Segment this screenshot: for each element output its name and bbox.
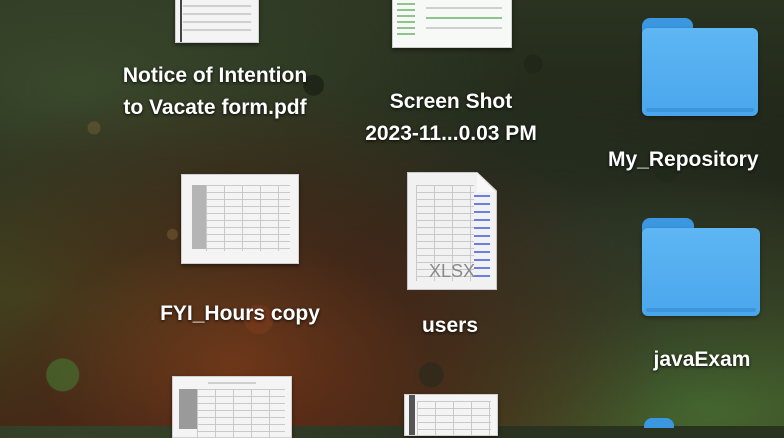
folder-icon	[644, 418, 694, 438]
desktop-item-screenshot[interactable]: Screen Shot 2023-11...0.03 PM	[340, 0, 562, 150]
xlsx-badge: XLSX	[428, 261, 476, 281]
folder-icon	[642, 218, 760, 316]
pdf-thumbnail-icon	[175, 0, 259, 43]
desktop-item-document-partial[interactable]	[404, 394, 500, 436]
spreadsheet-thumbnail-icon	[172, 376, 292, 438]
xlsx-document-icon: XLSX	[407, 172, 497, 290]
desktop-item-label-line1: Screen Shot	[389, 90, 513, 113]
desktop-item-label: javaExam	[653, 348, 751, 371]
folder-icon	[642, 18, 758, 116]
desktop-item-label: FYI_Hours copy	[160, 302, 320, 325]
desktop-item-label-line1: Notice of Intention	[122, 64, 308, 87]
spreadsheet-thumbnail-icon	[181, 174, 299, 264]
document-thumbnail-icon	[404, 394, 498, 436]
desktop-item-folder-partial[interactable]	[640, 418, 700, 428]
desktop-item-label-line2: to Vacate form.pdf	[123, 96, 307, 119]
desktop-item-label: users	[421, 314, 479, 337]
desktop-item-label-line2: 2023-11...0.03 PM	[365, 122, 537, 145]
desktop-item-label: My_Repository	[608, 148, 759, 171]
desktop-item-users[interactable]: XLSX users	[380, 170, 520, 340]
desktop-item-javaexam[interactable]: javaExam	[620, 210, 784, 380]
desktop-item-spreadsheet-partial[interactable]	[172, 376, 292, 438]
desktop-item-notice-pdf[interactable]: Notice of Intention to Vacate form.pdf	[100, 0, 330, 130]
screenshot-thumbnail-icon	[392, 0, 512, 48]
desktop-item-fyi-hours-copy[interactable]: FYI_Hours copy	[140, 172, 340, 332]
desktop-item-my-repository[interactable]: My_Repository	[606, 0, 784, 180]
